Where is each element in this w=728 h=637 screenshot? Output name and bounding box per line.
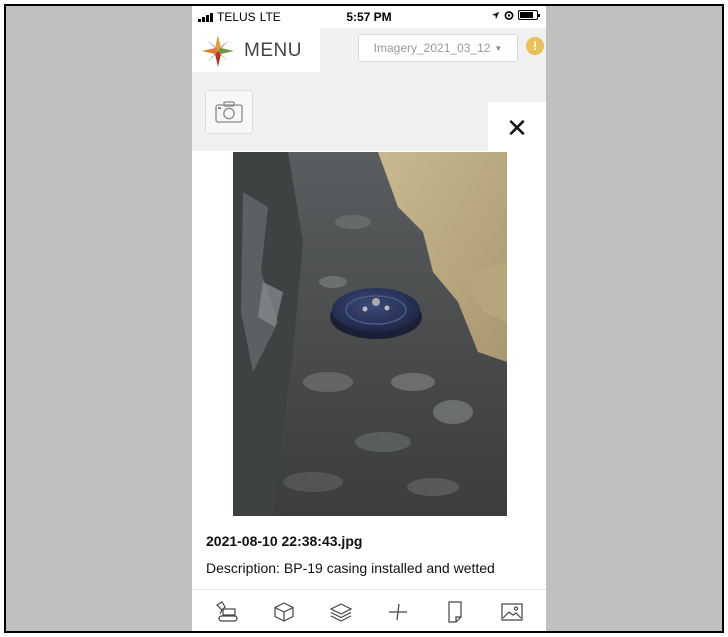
tool-layers[interactable] [326,597,356,627]
caret-down-icon: ▼ [494,43,503,53]
menu-label: MENU [244,40,302,61]
tool-measure[interactable] [383,597,413,627]
measure-icon [388,603,407,620]
menu-button[interactable]: MENU [192,28,320,72]
tool-imagery[interactable] [497,597,527,627]
imagery-select[interactable]: Imagery_2021_03_12 ▼ [358,34,518,62]
phone-screen: TELUS LTE 5:57 PM MENU Imagery_2021_03_1… [192,6,546,631]
document-icon [447,600,462,623]
camera-icon [215,101,243,123]
bottom-toolbar [192,589,546,631]
location-icon [491,11,500,19]
photo-filename: 2021-08-10 22:38:43.jpg [206,533,363,549]
description-text: BP-19 casing installed and wetted [283,560,495,576]
screenshot-frame: TELUS LTE 5:57 PM MENU Imagery_2021_03_1… [4,4,724,633]
layers-icon [329,602,352,622]
app-logo-icon [202,35,234,67]
image-icon [500,602,523,621]
imagery-select-value: Imagery_2021_03_12 [373,41,491,55]
status-bar: TELUS LTE 5:57 PM [192,6,546,28]
tool-3d[interactable] [269,597,299,627]
close-button[interactable]: ✕ [497,114,537,144]
tool-excavator[interactable] [212,597,242,627]
camera-button[interactable] [205,90,253,134]
excavator-icon [215,600,238,622]
photo-description: Description: BP-19 casing installed and … [206,560,495,576]
tool-document[interactable] [440,597,470,627]
battery-icon [518,10,540,20]
cube-icon [273,601,294,622]
description-label: Description: [206,560,280,576]
alarm-icon [504,11,514,20]
warning-icon[interactable]: ! [526,37,544,55]
site-photo[interactable] [233,152,507,516]
status-right [491,10,540,20]
